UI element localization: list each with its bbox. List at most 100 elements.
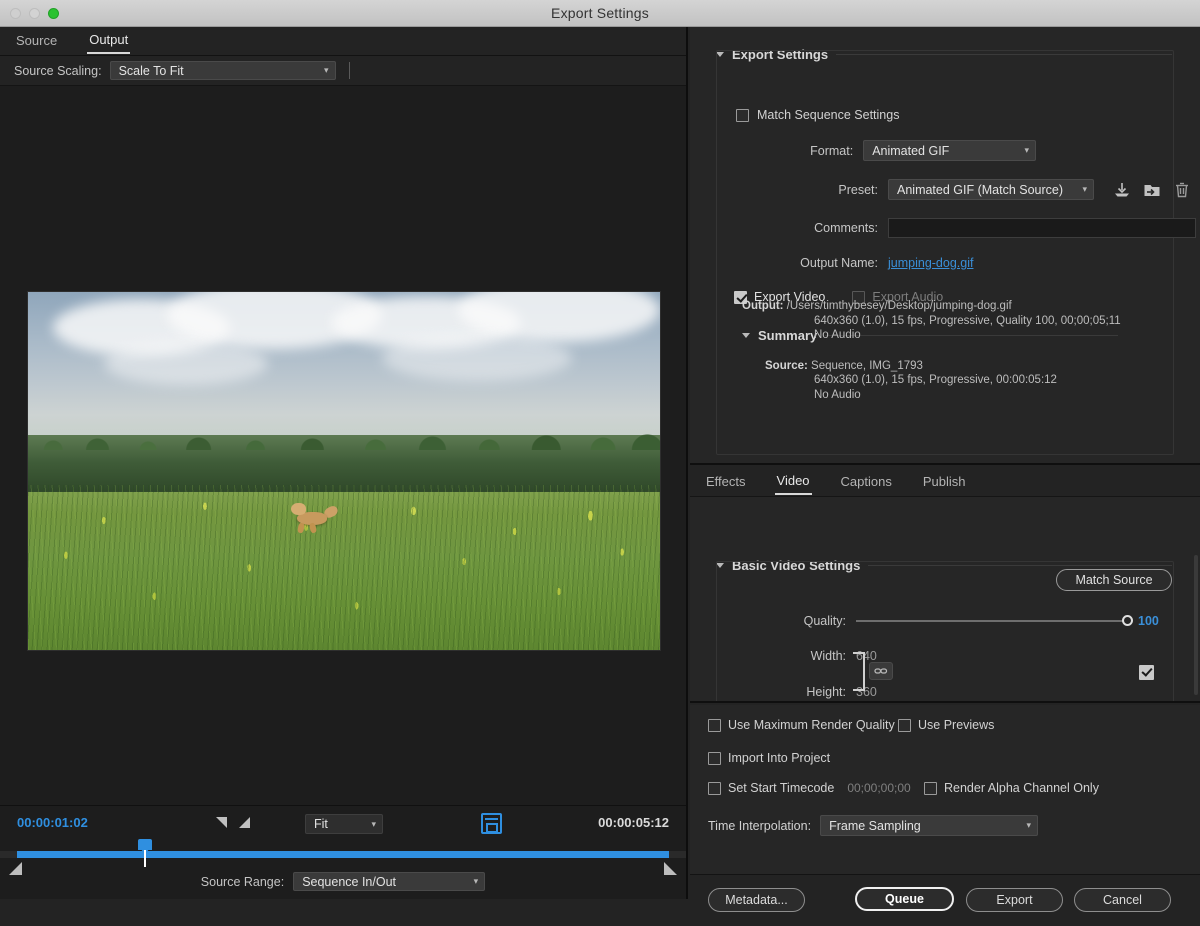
dog-head (291, 503, 306, 516)
scrubber-range-track[interactable] (17, 851, 669, 858)
comments-input[interactable] (888, 218, 1196, 238)
preset-label: Preset: (838, 182, 878, 197)
output-name-link[interactable]: jumping-dog.gif (888, 256, 973, 270)
window-title-bar: Export Settings (0, 0, 1200, 27)
close-light-icon[interactable] (10, 8, 21, 19)
height-label: Height: (806, 685, 846, 699)
zoom-level-select[interactable]: Fit ▾ (305, 814, 383, 834)
save-preset-icon[interactable] (1112, 180, 1132, 200)
render-alpha-channel-only-checkbox[interactable] (924, 781, 937, 795)
format-row: Format: Animated GIF ▾ (736, 140, 1036, 161)
render-alpha-channel-only-label: Render Alpha Channel Only (944, 781, 1099, 795)
render-alpha-channel-only-row[interactable]: Render Alpha Channel Only (924, 781, 1099, 795)
tab-output[interactable]: Output (87, 28, 131, 54)
export-button[interactable]: Export (966, 888, 1063, 912)
chevron-down-icon: ▾ (1024, 145, 1029, 155)
maximize-light-icon[interactable] (48, 8, 59, 19)
quality-slider-knob[interactable] (1122, 615, 1133, 626)
basic-video-settings-group: Basic Video Settings Match Source Qualit… (690, 497, 1200, 703)
scaling-divider (348, 62, 350, 79)
import-into-project-checkbox[interactable] (708, 751, 721, 765)
summary-output-path: /Users/timthybesey/Desktop/jumping-dog.g… (786, 300, 1012, 312)
quality-value[interactable]: 100 (1138, 614, 1159, 628)
chevron-down-icon: ▾ (371, 818, 376, 829)
preview-tabs: Source Output (0, 27, 686, 56)
current-timecode[interactable]: 00:00:01:02 (17, 815, 88, 830)
tab-effects[interactable]: Effects (704, 470, 748, 494)
tab-video[interactable]: Video (774, 469, 812, 495)
use-previews-row[interactable]: Use Previews (898, 718, 994, 732)
format-select[interactable]: Animated GIF ▾ (863, 140, 1036, 161)
video-preview-frame[interactable] (27, 291, 661, 651)
summary-source-key: Source: (765, 359, 808, 372)
link-dimensions-icon[interactable] (869, 662, 893, 680)
import-into-project-label: Import Into Project (728, 751, 831, 765)
chevron-down-icon: ▾ (324, 65, 329, 75)
match-sequence-settings-row[interactable]: Match Sequence Settings (736, 108, 899, 122)
match-source-button[interactable]: Match Source (1056, 569, 1172, 591)
window-title: Export Settings (551, 5, 649, 21)
source-range-value: Sequence In/Out (302, 874, 397, 889)
preset-select[interactable]: Animated GIF (Match Source) ▾ (888, 179, 1094, 200)
source-range-icon[interactable] (481, 813, 502, 834)
chevron-down-icon: ▾ (1082, 184, 1087, 194)
chevron-down-icon: ▾ (473, 876, 479, 886)
set-in-point-icon[interactable] (216, 817, 227, 828)
preset-row: Preset: Animated GIF (Match Source) ▾ (736, 179, 1192, 200)
cloud-shape (381, 334, 572, 382)
preview-image (28, 292, 660, 650)
cancel-button[interactable]: Cancel (1074, 888, 1171, 912)
tab-captions[interactable]: Captions (839, 470, 894, 494)
summary-output-specs: 640x360 (1.0), 15 fps, Progressive, Qual… (814, 314, 1121, 327)
import-preset-icon[interactable] (1142, 180, 1162, 200)
queue-button[interactable]: Queue (855, 887, 954, 911)
use-maximum-render-quality-row[interactable]: Use Maximum Render Quality (708, 718, 895, 732)
metadata-button[interactable]: Metadata... (708, 888, 805, 912)
source-scaling-select[interactable]: Scale To Fit ▾ (109, 61, 336, 80)
in-out-point-controls (216, 817, 250, 828)
comments-label: Comments: (814, 221, 878, 235)
set-start-timecode-value[interactable]: 00;00;00;00 (847, 781, 910, 795)
export-settings-group: Export Settings Match Sequence Settings … (690, 27, 1200, 465)
settings-panel: Export Settings Match Sequence Settings … (690, 27, 1200, 926)
source-scaling-label: Source Scaling: (14, 63, 102, 78)
export-settings-window: Export Settings Source Output Source Sca… (0, 0, 1200, 926)
source-scaling-row: Source Scaling: Scale To Fit ▾ (0, 56, 686, 86)
window-traffic-lights (10, 8, 59, 19)
import-into-project-row[interactable]: Import Into Project (708, 751, 830, 765)
aspect-ratio-checkbox[interactable] (1139, 665, 1154, 680)
preview-transport-bar: 00:00:01:02 Fit ▾ 00:00:05:12 Source Ran… (0, 805, 686, 899)
match-sequence-settings-checkbox[interactable] (736, 108, 749, 122)
dog-subject (290, 501, 340, 535)
settings-scrollbar[interactable] (1194, 555, 1198, 695)
time-interpolation-label: Time Interpolation: (708, 818, 812, 833)
use-maximum-render-quality-checkbox[interactable] (708, 718, 721, 732)
zoom-level-value: Fit (314, 817, 328, 831)
delete-preset-icon[interactable] (1172, 180, 1192, 200)
source-range-select[interactable]: Sequence In/Out ▾ (293, 872, 486, 891)
quality-slider[interactable] (856, 615, 1138, 627)
tab-source[interactable]: Source (14, 29, 59, 53)
summary-source-name: Sequence, IMG_1793 (811, 359, 923, 372)
video-preview-stage (0, 87, 686, 832)
use-maximum-render-quality-label: Use Maximum Render Quality (728, 718, 895, 732)
playhead[interactable] (138, 839, 152, 867)
minimize-light-icon[interactable] (29, 8, 40, 19)
output-name-row: Output Name: jumping-dog.gif (736, 256, 973, 270)
format-label: Format: (810, 143, 854, 158)
summary-output-key: Output: (742, 300, 784, 312)
tab-publish[interactable]: Publish (921, 470, 968, 494)
summary-output-audio: No Audio (814, 329, 861, 341)
quality-label: Quality: (803, 614, 846, 628)
set-start-timecode-row[interactable]: Set Start Timecode 00;00;00;00 (708, 781, 911, 795)
output-name-label: Output Name: (800, 256, 878, 270)
set-out-point-icon[interactable] (239, 817, 250, 828)
set-start-timecode-checkbox[interactable] (708, 781, 721, 795)
scrubber[interactable] (0, 839, 686, 875)
time-interpolation-select[interactable]: Frame Sampling ▾ (820, 815, 1039, 836)
total-duration-timecode: 00:00:05:12 (598, 815, 669, 830)
summary-output-line: Output: /Users/timthybesey/Desktop/jumpi… (742, 299, 1162, 314)
render-options-group: Use Maximum Render Quality Use Previews … (690, 705, 1200, 875)
use-previews-checkbox[interactable] (898, 718, 911, 732)
chevron-down-icon: ▾ (1026, 820, 1032, 830)
